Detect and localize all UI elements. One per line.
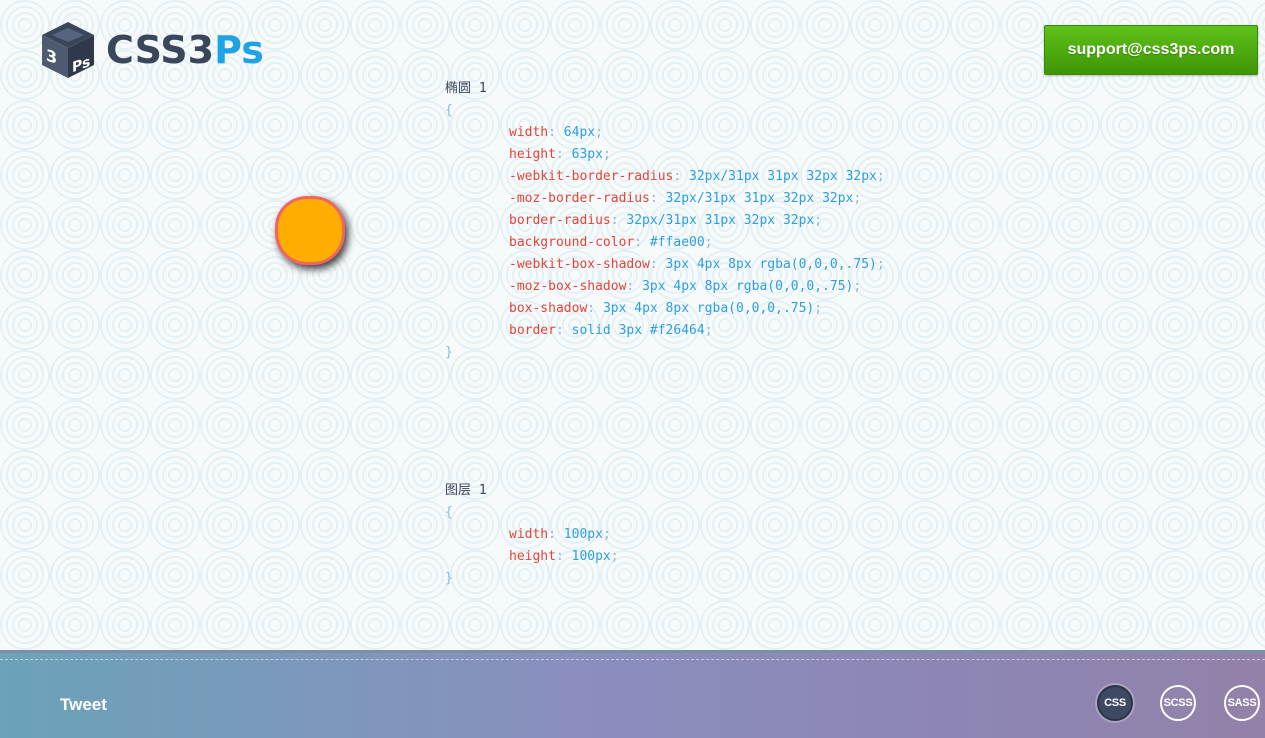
semicolon: ; xyxy=(602,147,611,162)
css-property: border-radius xyxy=(509,213,611,228)
css-rule: -webkit-box-shadow: 3px 4px 8px rgba(0,0… xyxy=(445,254,885,276)
open-brace: { xyxy=(445,103,453,118)
css-rule: height: 100px; xyxy=(445,546,619,568)
semicolon: ; xyxy=(814,213,823,228)
colon: : xyxy=(548,125,564,140)
css-value: 100px xyxy=(563,527,603,542)
css-property: -moz-box-shadow xyxy=(509,279,627,294)
css-value: solid 3px #f26464 xyxy=(571,323,705,338)
css-value: 64px xyxy=(563,125,596,140)
open-brace: { xyxy=(445,505,453,520)
css-block-layer: 图层 1 { width: 100px; height: 100px; } xyxy=(445,480,619,590)
css-rule: border-radius: 32px/31px 31px 32px 32px; xyxy=(445,210,885,232)
ps-cube-icon: 3 Ps xyxy=(42,22,94,78)
colon: : xyxy=(649,257,666,272)
css-property: height xyxy=(509,549,556,564)
close-brace: } xyxy=(445,345,453,360)
semicolon: ; xyxy=(610,549,619,564)
ellipse-preview xyxy=(275,196,345,265)
colon: : xyxy=(555,323,572,338)
colon: : xyxy=(555,147,572,162)
colon: : xyxy=(649,191,666,206)
css-rule: width: 100px; xyxy=(445,524,619,546)
semicolon: ; xyxy=(876,169,885,184)
css-property: -webkit-border-radius xyxy=(509,169,674,184)
layer-title: 图层 1 xyxy=(445,483,487,498)
colon: : xyxy=(548,527,564,542)
support-email-button[interactable]: support@css3ps.com xyxy=(1044,25,1258,75)
css-rule: height: 63px; xyxy=(445,144,885,166)
semicolon: ; xyxy=(876,257,885,272)
colon: : xyxy=(673,169,690,184)
colon: : xyxy=(555,549,572,564)
format-sass-button[interactable]: SASS xyxy=(1224,685,1260,721)
css-value: 3px 4px 8px rgba(0,0,0,.75) xyxy=(602,301,815,316)
semicolon: ; xyxy=(704,235,713,250)
semicolon: ; xyxy=(595,125,603,140)
css-block-ellipse: 椭圆 1 { width: 64px; height: 63px; -webkit-… xyxy=(445,78,885,364)
css-rule: -webkit-border-radius: 32px/31px 31px 32… xyxy=(445,166,885,188)
logo-text-css3: CSS3 xyxy=(106,28,215,72)
css-rule: box-shadow: 3px 4px 8px rgba(0,0,0,.75); xyxy=(445,298,885,320)
close-brace: } xyxy=(445,571,453,586)
css-value: 100px xyxy=(571,549,611,564)
css-rule: -moz-border-radius: 32px/31px 31px 32px … xyxy=(445,188,885,210)
css-property: border xyxy=(509,323,556,338)
css-value: 32px/31px 31px 32px 32px xyxy=(689,169,877,184)
css-property: -webkit-box-shadow xyxy=(509,257,650,272)
css-property: box-shadow xyxy=(509,301,588,316)
format-css-button[interactable]: CSS xyxy=(1097,685,1133,721)
format-scss-button[interactable]: SCSS xyxy=(1160,685,1196,721)
tweet-button[interactable]: Tweet xyxy=(60,695,107,715)
footer-bar: Tweet CSS SCSS SASS xyxy=(0,650,1265,738)
css-value: 32px/31px 31px 32px 32px xyxy=(626,213,815,228)
logo[interactable]: 3 Ps CSS3Ps xyxy=(40,20,264,80)
rule-list: width: 100px; height: 100px; xyxy=(445,524,619,568)
logo-text-ps: Ps xyxy=(214,28,264,72)
colon: : xyxy=(634,235,650,250)
css-property: height xyxy=(509,147,556,162)
semicolon: ; xyxy=(602,527,611,542)
css-property: background-color xyxy=(509,235,635,250)
semicolon: ; xyxy=(814,301,823,316)
layer-title: 椭圆 1 xyxy=(445,81,487,96)
css-property: -moz-border-radius xyxy=(509,191,650,206)
css-value: 63px xyxy=(571,147,603,162)
css-value: 3px 4px 8px rgba(0,0,0,.75) xyxy=(665,257,877,272)
semicolon: ; xyxy=(853,191,862,206)
css-value: 3px 4px 8px rgba(0,0,0,.75) xyxy=(642,279,854,294)
css-rule: border: solid 3px #f26464; xyxy=(445,320,885,342)
rule-list: width: 64px; height: 63px; -webkit-border-… xyxy=(445,122,885,342)
css-value: #ffae00 xyxy=(649,235,705,250)
css-property: width xyxy=(509,125,549,140)
css-rule: width: 64px; xyxy=(445,122,885,144)
css-value: 32px/31px 31px 32px 32px xyxy=(665,191,854,206)
colon: : xyxy=(626,279,643,294)
logo-text: CSS3Ps xyxy=(106,31,264,69)
colon: : xyxy=(610,213,627,228)
css-property: width xyxy=(509,527,549,542)
semicolon: ; xyxy=(704,323,713,338)
css-rule: -moz-box-shadow: 3px 4px 8px rgba(0,0,0,… xyxy=(445,276,885,298)
css-rule: background-color: #ffae00; xyxy=(445,232,885,254)
colon: : xyxy=(587,301,603,316)
semicolon: ; xyxy=(853,279,862,294)
